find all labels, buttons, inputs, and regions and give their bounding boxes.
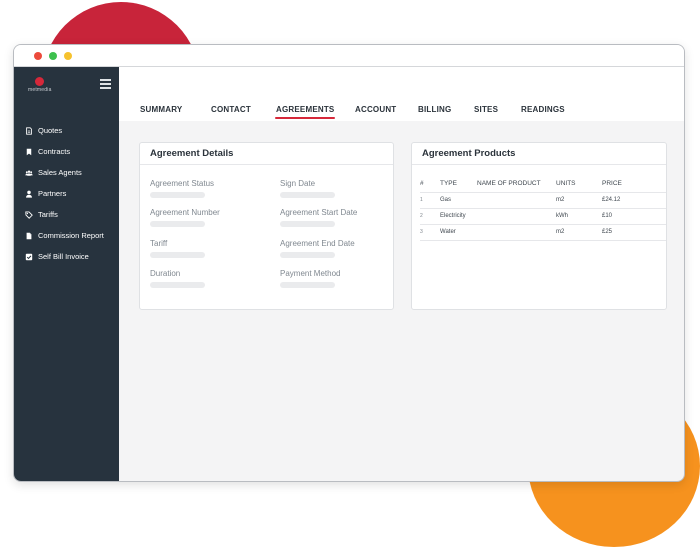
logo-text: metmedia [28,87,52,93]
field-tariff: Tariff [150,239,205,258]
value-placeholder [150,192,205,198]
field-agreement-start-date: Agreement Start Date [280,208,357,227]
sidebar-item-label: Tariffs [38,210,58,219]
main-content: SUMMARY CONTACT AGREEMENTS ACCOUNT BILLI… [119,67,684,481]
sidebar-item-contracts[interactable]: Contracts [24,141,115,162]
field-agreement-status: Agreement Status [150,179,214,198]
field-duration: Duration [150,269,205,288]
agreement-products-title: Agreement Products [412,143,666,165]
field-label: Tariff [150,239,168,248]
field-sign-date: Sign Date [280,179,335,198]
group-icon [24,168,34,177]
active-tab-indicator [275,117,336,119]
file-icon [24,231,34,240]
tab-agreements-label: AGREEMENTS [276,105,335,114]
sidebar-item-self-bill-invoice[interactable]: Self Bill Invoice [24,246,115,267]
agreement-details-title: Agreement Details [140,143,393,165]
agreement-products-card: Agreement Products # TYPE NAME OF PRODUC… [411,142,667,310]
cell-type: Electricity [440,208,477,225]
sidebar-item-commission-report[interactable]: Commission Report [24,225,115,246]
column-header-name: NAME OF PRODUCT [477,177,556,193]
cell-index: 3 [420,224,440,241]
cell-type: Gas [440,192,477,209]
field-agreement-end-date: Agreement End Date [280,239,355,258]
column-header-price: PRICE [602,177,666,193]
field-payment-method: Payment Method [280,269,340,288]
handshake-icon [24,189,34,198]
cell-name [477,224,556,241]
checkbox-icon [24,252,34,261]
column-header-index: # [420,177,440,193]
field-label: Agreement Start Date [280,208,358,217]
field-label: Sign Date [280,179,316,188]
field-label: Payment Method [280,269,341,278]
cell-index: 1 [420,192,440,209]
field-label: Duration [150,269,181,278]
table-row[interactable]: 3 Water m2 £25 [420,224,666,241]
column-header-type: TYPE [440,177,477,193]
window-zoom-button[interactable] [64,51,72,60]
app-window: metmedia Quotes Contracts Sales Agents P… [13,44,685,482]
cell-price: £25 [602,224,666,241]
cell-name [477,192,556,209]
value-placeholder [150,282,205,288]
field-label: Agreement Status [150,179,215,188]
cell-type: Water [440,224,477,241]
cell-units: kWh [556,208,602,225]
sidebar-item-label: Self Bill Invoice [38,252,89,261]
sidebar-nav: Quotes Contracts Sales Agents Partners T… [24,120,115,267]
tab-bar: SUMMARY CONTACT AGREEMENTS ACCOUNT BILLI… [119,67,684,121]
logo-mark-icon [35,77,45,86]
value-placeholder [280,221,335,227]
value-placeholder [280,282,335,288]
window-close-button[interactable] [34,51,42,60]
value-placeholder [280,252,335,258]
value-placeholder [150,252,205,258]
value-placeholder [150,221,205,227]
window-minimize-button[interactable] [49,51,57,60]
field-label: Agreement End Date [280,239,355,248]
tab-sites[interactable]: SITES [474,105,498,114]
value-placeholder [280,192,335,198]
products-table: # TYPE NAME OF PRODUCT UNITS PRICE 1 Gas… [420,177,666,241]
agreement-details-card: Agreement Details Agreement Status Sign … [139,142,394,310]
tag-icon [24,210,34,219]
window-titlebar [14,45,684,67]
sidebar: metmedia Quotes Contracts Sales Agents P… [14,67,119,481]
cell-units: m2 [556,192,602,209]
cell-price: £24.12 [602,192,666,209]
tab-account[interactable]: ACCOUNT [355,105,396,114]
table-row[interactable]: 1 Gas m2 £24.12 [420,192,666,209]
sidebar-item-label: Commission Report [38,231,104,240]
cell-units: m2 [556,224,602,241]
field-agreement-number: Agreement Number [150,208,220,227]
table-header-row: # TYPE NAME OF PRODUCT UNITS PRICE [420,177,666,193]
sidebar-item-label: Quotes [38,126,63,135]
document-icon [24,126,34,135]
cell-index: 2 [420,208,440,225]
sidebar-item-quotes[interactable]: Quotes [24,120,115,141]
cell-name [477,208,556,225]
sidebar-item-label: Partners [38,189,67,198]
tab-summary[interactable]: SUMMARY [140,105,182,114]
sidebar-item-label: Sales Agents [38,168,82,177]
table-row[interactable]: 2 Electricity kWh £10 [420,208,666,225]
bookmark-icon [24,147,34,156]
tab-billing[interactable]: BILLING [418,105,451,114]
column-header-units: UNITS [556,177,602,193]
sidebar-item-sales-agents[interactable]: Sales Agents [24,162,115,183]
sidebar-item-label: Contracts [38,147,71,156]
brand-logo[interactable]: metmedia [28,77,52,93]
tab-agreements[interactable]: AGREEMENTS [275,105,336,119]
sidebar-item-partners[interactable]: Partners [24,183,115,204]
cell-price: £10 [602,208,666,225]
sidebar-item-tariffs[interactable]: Tariffs [24,204,115,225]
menu-toggle-icon[interactable] [100,79,111,91]
tab-readings[interactable]: READINGS [521,105,565,114]
tab-contact[interactable]: CONTACT [211,105,251,114]
field-label: Agreement Number [150,208,220,217]
